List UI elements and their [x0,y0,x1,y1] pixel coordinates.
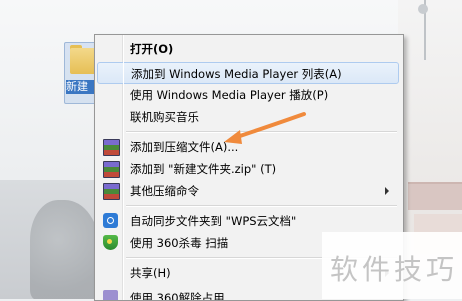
menu-item-sync-to-wps-cloud[interactable]: 自动同步文件夹到 "WPS云文档" [97,210,399,232]
menu-item-add-to-wmp-list[interactable]: 添加到 Windows Media Player 列表(A) [97,62,399,84]
menu-item-label: 打开(O) [130,42,174,56]
menu-item-open[interactable]: 打开(O) [97,38,399,60]
watermark-text: 软件技巧 [330,253,459,286]
menu-item-label: 使用 360杀毒 扫描 [130,236,229,250]
menu-item-label: 添加到 Windows Media Player 列表(A) [131,67,342,81]
menu-item-label: 使用 360解除占用 [130,291,225,301]
menu-item-label: 添加到 "新建文件夹.zip" (T) [130,162,277,176]
menu-separator [126,205,397,207]
menu-item-other-compress-commands[interactable]: 其他压缩命令 [97,180,399,202]
menu-item-label: 使用 Windows Media Player 播放(P) [130,88,329,102]
winrar-icon [103,183,120,200]
menu-item-play-with-wmp[interactable]: 使用 Windows Media Player 播放(P) [97,84,399,106]
submenu-arrow-icon [385,187,389,195]
winrar-icon [103,161,120,178]
menu-item-label: 共享(H) [130,266,171,280]
arrow-shaft [232,112,306,140]
wallpaper-pole-top [418,4,428,14]
arrow-head-icon [224,130,242,144]
sync-icon [103,213,118,228]
orange-arrow-annotation [224,112,306,144]
menu-item-add-to-zip[interactable]: 添加到 "新建文件夹.zip" (T) [97,158,399,180]
menu-item-label: 其他压缩命令 [130,184,199,198]
shield-icon [103,235,118,250]
app-icon [103,290,118,300]
wallpaper-roof [408,182,462,210]
winrar-icon [103,139,120,156]
menu-item-label: 自动同步文件夹到 "WPS云文档" [130,214,297,228]
menu-item-label: 联机购买音乐 [130,110,199,124]
wallpaper-tree [30,200,100,299]
